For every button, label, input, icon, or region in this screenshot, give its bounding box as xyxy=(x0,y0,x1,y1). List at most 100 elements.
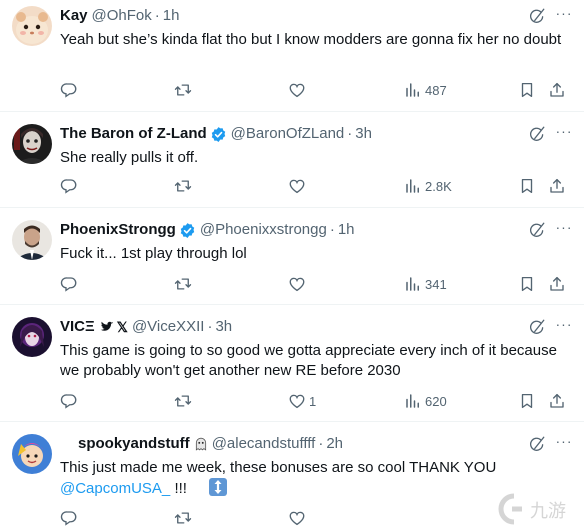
tweet-kay[interactable]: Kay @OhFok · 1h Yeah but she’s kinda fla… xyxy=(0,0,584,112)
share-icon xyxy=(548,81,566,99)
bookmark-icon xyxy=(518,177,536,195)
like-button[interactable] xyxy=(288,508,306,528)
bookmark-button[interactable] xyxy=(518,176,536,196)
tweet-text-tail: !!! xyxy=(170,480,187,497)
reply-icon xyxy=(60,392,78,410)
bookmark-button[interactable] xyxy=(518,80,536,100)
grok-icon[interactable] xyxy=(528,7,546,25)
avatar[interactable] xyxy=(12,317,52,357)
svg-text:九游: 九游 xyxy=(530,501,566,522)
tweet-text-main: This just made me week, these bonuses ar… xyxy=(60,459,497,476)
retweet-icon xyxy=(174,509,192,527)
timestamp[interactable]: 2h xyxy=(326,434,343,454)
timestamp[interactable]: 3h xyxy=(355,124,372,144)
like-icon xyxy=(288,81,306,99)
display-name[interactable]: Kay xyxy=(60,6,88,26)
grok-icon[interactable] xyxy=(528,435,546,453)
bookmark-icon xyxy=(518,275,536,293)
views-icon xyxy=(404,81,422,99)
timestamp[interactable]: 1h xyxy=(338,220,355,240)
avatar[interactable] xyxy=(12,434,52,474)
views-button[interactable]: 620 xyxy=(404,391,447,411)
dark-portrait-avatar-icon xyxy=(12,124,52,164)
bookmark-button[interactable] xyxy=(518,391,536,411)
like-icon xyxy=(288,275,306,293)
ghost-emoji-icon xyxy=(194,437,208,451)
separator-dot: · xyxy=(347,125,353,142)
share-icon xyxy=(548,275,566,293)
reply-icon xyxy=(60,509,78,527)
display-name[interactable]: spookyandstuff xyxy=(78,434,190,454)
action-bar: 2.8K xyxy=(60,176,574,196)
grok-icon[interactable] xyxy=(528,125,546,143)
more-icon[interactable]: ··· xyxy=(554,317,574,335)
user-handle[interactable]: @BaronOfZLand xyxy=(231,124,345,144)
retweet-icon xyxy=(174,177,192,195)
reply-button[interactable] xyxy=(60,274,78,294)
tweet-header: The Baron of Z-Land @BaronOfZLand · 3h xyxy=(60,124,574,144)
avatar[interactable] xyxy=(12,6,52,46)
retweet-button[interactable] xyxy=(174,391,192,411)
more-icon[interactable]: ··· xyxy=(554,124,574,142)
reply-icon xyxy=(60,177,78,195)
hamster-avatar-icon xyxy=(12,6,52,46)
reply-button[interactable] xyxy=(60,80,78,100)
user-handle[interactable]: @Phoenixxstrongg xyxy=(200,220,327,240)
retweet-button[interactable] xyxy=(174,176,192,196)
views-button[interactable]: 341 xyxy=(404,274,447,294)
reply-button[interactable] xyxy=(60,176,78,196)
timestamp[interactable]: 1h xyxy=(163,6,180,26)
tweet-text: Yeah but she’s kinda flat tho but I know… xyxy=(60,31,562,48)
separator-dot: · xyxy=(318,435,324,452)
avatar[interactable] xyxy=(12,220,52,260)
reply-button[interactable] xyxy=(60,508,78,528)
display-name[interactable]: VICΞ xyxy=(60,317,95,337)
tweet-header: VICΞ 𝕏 @ViceXXII · 3h xyxy=(60,317,574,337)
retweet-icon xyxy=(174,275,192,293)
display-name[interactable]: The Baron of Z-Land xyxy=(60,124,207,144)
bookmark-icon xyxy=(518,81,536,99)
tweet-text: She really pulls it off. xyxy=(60,149,199,166)
reply-button[interactable] xyxy=(60,391,78,411)
tweet-phoenix[interactable]: PhoenixStrongg @Phoenixxstrongg · 1h Fuc… xyxy=(0,208,584,305)
share-button[interactable] xyxy=(548,274,566,294)
share-icon xyxy=(548,177,566,195)
views-button[interactable]: 487 xyxy=(404,80,447,100)
like-button[interactable]: 1 xyxy=(288,391,316,411)
views-button[interactable]: 2.8K xyxy=(404,176,452,196)
action-bar: 1 620 xyxy=(60,391,574,411)
like-count: 1 xyxy=(309,393,317,409)
verified-icon xyxy=(210,126,227,143)
display-name[interactable]: PhoenixStrongg xyxy=(60,220,176,240)
like-button[interactable] xyxy=(288,80,306,100)
views-icon xyxy=(404,177,422,195)
like-button[interactable] xyxy=(288,274,306,294)
retweet-button[interactable] xyxy=(174,508,192,528)
share-button[interactable] xyxy=(548,176,566,196)
x-logo-icon: 𝕏 xyxy=(116,319,128,335)
share-button[interactable] xyxy=(548,391,566,411)
tweet-baron[interactable]: The Baron of Z-Land @BaronOfZLand · 3h S… xyxy=(0,112,584,208)
mention-link[interactable]: @CapcomUSA_ xyxy=(60,480,170,497)
user-handle[interactable]: @ViceXXII xyxy=(132,317,204,337)
user-handle[interactable]: @OhFok xyxy=(92,6,152,26)
more-icon[interactable]: ··· xyxy=(554,6,574,24)
grok-icon[interactable] xyxy=(528,221,546,239)
user-handle[interactable]: @alecandstuffff xyxy=(212,434,316,454)
more-icon[interactable]: ··· xyxy=(554,220,574,238)
timestamp[interactable]: 3h xyxy=(215,317,232,337)
tweet-text: Fuck it... 1st play through lol xyxy=(60,245,247,262)
retweet-button[interactable] xyxy=(174,80,192,100)
bookmark-button[interactable] xyxy=(518,274,536,294)
share-button[interactable] xyxy=(548,80,566,100)
like-button[interactable] xyxy=(288,176,306,196)
avatar[interactable] xyxy=(12,124,52,164)
more-icon[interactable]: ··· xyxy=(554,434,574,452)
action-bar: 341 xyxy=(60,274,574,294)
retweet-button[interactable] xyxy=(174,274,192,294)
views-count: 2.8K xyxy=(425,178,452,194)
reply-icon xyxy=(60,81,78,99)
grok-icon[interactable] xyxy=(528,318,546,336)
tweet-vice[interactable]: VICΞ 𝕏 @ViceXXII · 3h This game is going… xyxy=(0,305,584,422)
verified-icon xyxy=(179,222,196,239)
